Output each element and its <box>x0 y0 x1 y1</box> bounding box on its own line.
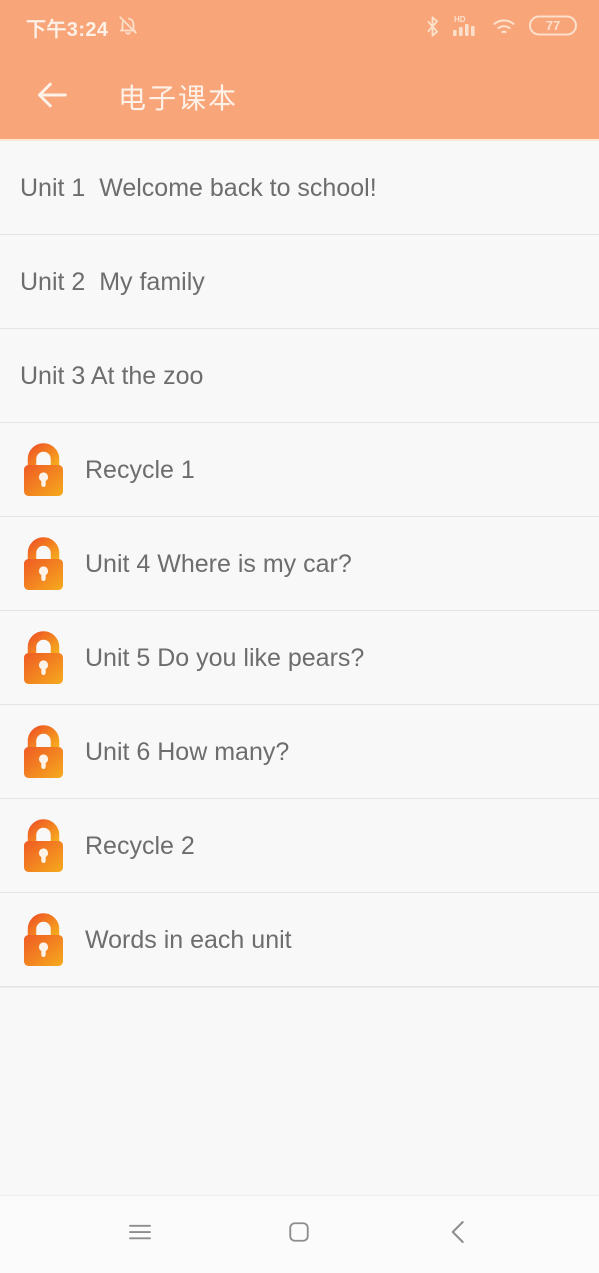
status-time: 下午3:24 <box>26 19 109 41</box>
list-item-label: Unit 6 How many? <box>85 737 290 766</box>
nav-home-button[interactable] <box>263 1205 335 1265</box>
wifi-icon <box>492 16 518 43</box>
hd-signal-icon: HD <box>451 13 481 43</box>
list-item[interactable]: Recycle 1 <box>0 423 599 517</box>
list-item[interactable]: Unit 2 My family <box>0 235 599 329</box>
bell-muted-icon <box>117 14 139 41</box>
empty-list-area <box>0 987 599 1195</box>
list-item-label: Unit 3 At the zoo <box>20 361 204 390</box>
status-bar-right: HD 77 <box>425 13 577 43</box>
lock-icon <box>20 630 67 687</box>
home-icon <box>285 1218 313 1251</box>
svg-text:HD: HD <box>454 15 466 24</box>
list-item-label: Words in each unit <box>85 925 292 954</box>
list-item-label: Unit 2 My family <box>20 267 205 296</box>
lock-icon <box>20 912 67 969</box>
list-item-label: Unit 4 Where is my car? <box>85 549 352 578</box>
textbook-unit-list: Unit 1 Welcome back to school! Unit 2 My… <box>0 141 599 987</box>
list-item-label: Unit 1 Welcome back to school! <box>20 173 377 202</box>
phone-screen: 下午3:24 HD 77 电子课本 Unit 1 Welcome back to… <box>0 0 599 1273</box>
lock-icon <box>20 536 67 593</box>
list-item[interactable]: Unit 3 At the zoo <box>0 329 599 423</box>
list-item[interactable]: Unit 6 How many? <box>0 705 599 799</box>
list-item[interactable]: Recycle 2 <box>0 799 599 893</box>
battery-level-text: 77 <box>546 18 560 33</box>
status-bar-left: 下午3:24 <box>26 13 139 42</box>
lock-icon <box>20 724 67 781</box>
list-item-label: Recycle 2 <box>85 831 195 860</box>
status-bar: 下午3:24 HD 77 <box>0 0 599 55</box>
back-button[interactable] <box>30 74 76 120</box>
app-bar: 电子课本 <box>0 55 599 141</box>
list-item-label: Unit 5 Do you like pears? <box>85 643 365 672</box>
list-item[interactable]: Words in each unit <box>0 893 599 987</box>
nav-back-button[interactable] <box>423 1205 495 1265</box>
list-item-label: Recycle 1 <box>85 455 195 484</box>
list-item[interactable]: Unit 1 Welcome back to school! <box>0 141 599 235</box>
list-item[interactable]: Unit 5 Do you like pears? <box>0 611 599 705</box>
list-item[interactable]: Unit 4 Where is my car? <box>0 517 599 611</box>
lock-icon <box>20 442 67 499</box>
lock-icon <box>20 818 67 875</box>
menu-icon <box>125 1217 155 1252</box>
battery-icon: 77 <box>529 13 577 43</box>
nav-menu-button[interactable] <box>104 1205 176 1265</box>
system-nav-bar <box>0 1195 599 1273</box>
back-icon <box>444 1217 474 1252</box>
bluetooth-icon <box>425 15 440 43</box>
page-title: 电子课本 <box>118 83 239 114</box>
arrow-left-icon <box>34 76 72 119</box>
